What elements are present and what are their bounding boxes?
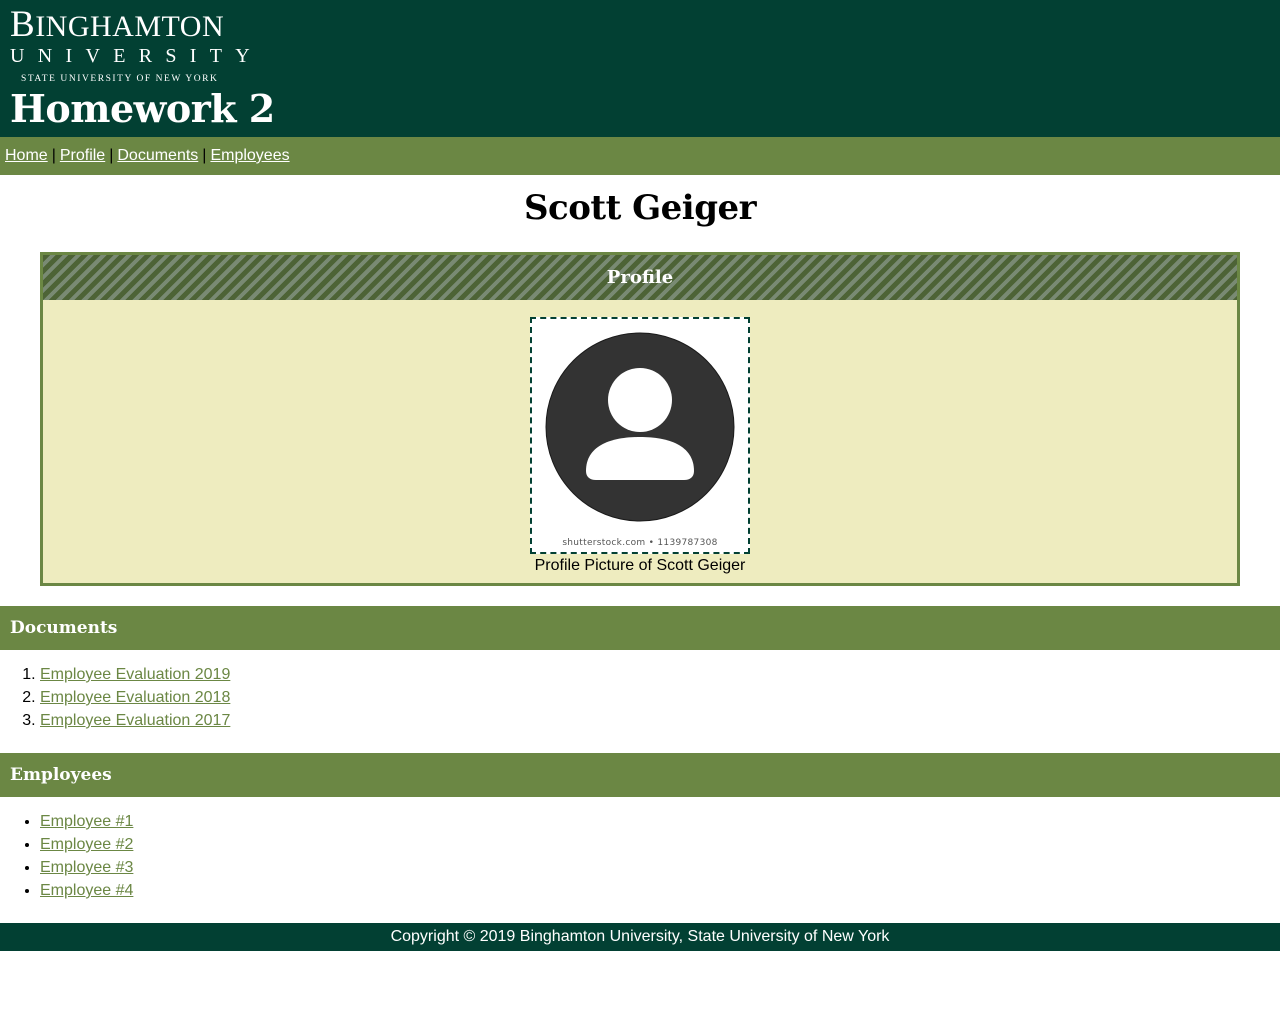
logo-wordmark: BINGHAMTON [10,4,225,45]
document-link[interactable]: Employee Evaluation 2018 [40,689,230,706]
list-item: Employee #1 [40,810,1280,833]
image-watermark: shutterstock.com • 1139787308 [562,538,718,548]
employee-link[interactable]: Employee #1 [40,813,133,830]
document-link[interactable]: Employee Evaluation 2019 [40,666,230,683]
employees-list: Employee #1 Employee #2 Employee #3 Empl… [0,797,1280,923]
list-item: Employee #2 [40,833,1280,856]
logo-university: UNIVERSITY [10,45,263,67]
site-footer: Copyright © 2019 Binghamton University, … [0,923,1280,951]
profile-panel: Profile shutterstock.com • 1139787308 Pr… [40,252,1240,586]
documents-list: Employee Evaluation 2019 Employee Evalua… [0,650,1280,753]
list-item: Employee #3 [40,856,1280,879]
nav-home-link[interactable]: Home [5,147,48,165]
employees-section-header: Employees [0,753,1280,797]
user-avatar-icon [545,332,735,522]
nav-documents-link[interactable]: Documents [117,147,198,165]
profile-panel-header: Profile [43,255,1237,300]
logo-wordmark-rest: INGHAMTON [35,10,225,43]
nav-employees-link[interactable]: Employees [210,147,289,165]
main-nav: Home | Profile | Documents | Employees [0,137,1280,175]
binghamton-logo[interactable]: BINGHAMTON UNIVERSITY STATE UNIVERSITY O… [10,4,263,85]
employee-link[interactable]: Employee #2 [40,836,133,853]
documents-section-header: Documents [0,606,1280,650]
nav-profile-link[interactable]: Profile [60,147,105,165]
profile-picture: shutterstock.com • 1139787308 [530,317,750,554]
profile-picture-caption: Profile Picture of Scott Geiger [534,557,746,574]
copyright-text: Copyright © 2019 Binghamton University, … [390,928,890,945]
list-item: Employee Evaluation 2019 [40,663,1280,686]
document-link[interactable]: Employee Evaluation 2017 [40,712,230,729]
site-title: Homework 2 [10,86,275,131]
employee-link[interactable]: Employee #4 [40,882,133,899]
profile-panel-body: shutterstock.com • 1139787308 Profile Pi… [43,317,1237,575]
page-title: Scott Geiger [523,188,757,228]
site-header: BINGHAMTON UNIVERSITY STATE UNIVERSITY O… [0,0,1280,137]
list-item: Employee Evaluation 2017 [40,709,1280,732]
nav-separator: | [202,147,207,164]
nav-separator: | [109,147,114,164]
list-item: Employee #4 [40,879,1280,902]
list-item: Employee Evaluation 2018 [40,686,1280,709]
nav-separator: | [51,147,56,164]
logo-tagline: STATE UNIVERSITY OF NEW YORK [21,74,219,84]
employee-link[interactable]: Employee #3 [40,859,133,876]
